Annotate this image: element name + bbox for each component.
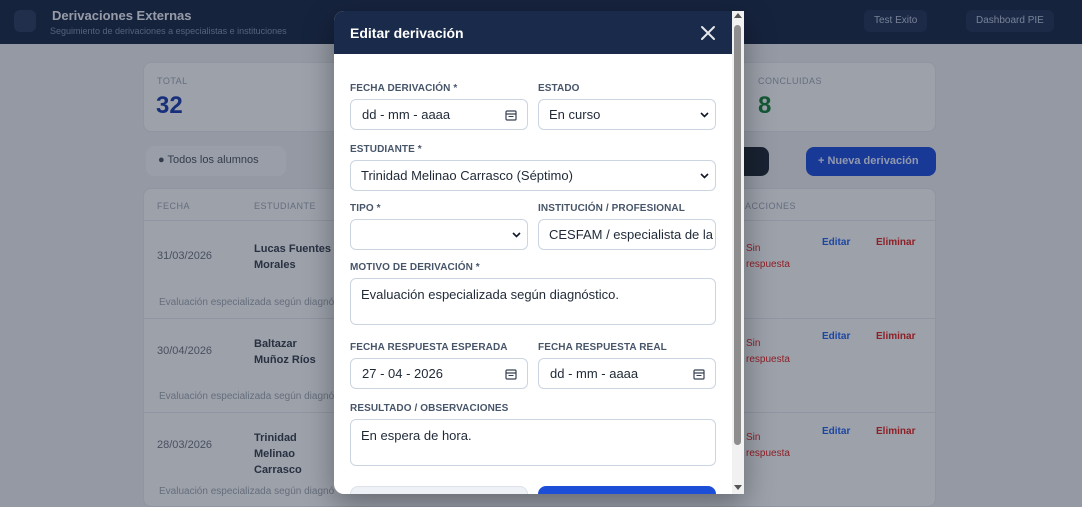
fecha-esperada-label: FECHA RESPUESTA ESPERADA (350, 342, 508, 353)
fecha-real-value: dd - mm - aaaa (550, 366, 639, 381)
fecha-derivacion-label: FECHA DERIVACIÓN * (350, 83, 458, 94)
modal-scrollbar[interactable] (732, 11, 744, 494)
save-button[interactable] (538, 486, 716, 494)
fecha-derivacion-input[interactable]: dd - mm - aaaa (350, 99, 528, 130)
scrollbar-thumb[interactable] (734, 25, 741, 445)
close-icon[interactable] (698, 23, 718, 43)
chevron-down-icon (700, 173, 709, 179)
cancel-button[interactable] (350, 486, 528, 494)
fecha-real-input[interactable]: dd - mm - aaaa (538, 358, 716, 389)
calendar-icon[interactable] (693, 368, 705, 380)
scroll-down-icon[interactable] (734, 485, 742, 490)
chevron-down-icon (512, 232, 521, 238)
modal-header: Editar derivación (334, 11, 732, 54)
institucion-input[interactable]: CESFAM / especialista de la re (538, 219, 716, 250)
motivo-label: MOTIVO DE DERIVACIÓN * (350, 262, 480, 273)
estado-value: En curso (549, 107, 601, 122)
resultado-label: RESULTADO / OBSERVACIONES (350, 403, 509, 414)
tipo-select[interactable] (350, 219, 528, 250)
modal-title: Editar derivación (350, 25, 464, 41)
fecha-esperada-value: 27 - 04 - 2026 (362, 366, 443, 381)
tipo-label: TIPO * (350, 203, 381, 214)
estado-label: ESTADO (538, 83, 580, 94)
resultado-textarea[interactable]: En espera de hora. (350, 419, 716, 466)
fecha-real-label: FECHA RESPUESTA REAL (538, 342, 667, 353)
chevron-down-icon (700, 112, 709, 118)
calendar-icon[interactable] (505, 368, 517, 380)
scroll-up-icon[interactable] (734, 13, 742, 18)
estudiante-value: Trinidad Melinao Carrasco (Séptimo) (361, 168, 573, 183)
edit-derivation-modal: Editar derivación FECHA DERIVACIÓN * dd … (334, 11, 744, 494)
motivo-textarea[interactable]: Evaluación especializada según diagnósti… (350, 278, 716, 325)
fecha-derivacion-value: dd - mm - aaaa (362, 107, 451, 122)
estudiante-select[interactable]: Trinidad Melinao Carrasco (Séptimo) (350, 160, 716, 191)
fecha-esperada-input[interactable]: 27 - 04 - 2026 (350, 358, 528, 389)
calendar-icon[interactable] (505, 109, 517, 121)
institucion-label: INSTITUCIÓN / PROFESIONAL (538, 203, 685, 214)
estudiante-label: ESTUDIANTE * (350, 144, 422, 155)
estado-select[interactable]: En curso (538, 99, 716, 130)
